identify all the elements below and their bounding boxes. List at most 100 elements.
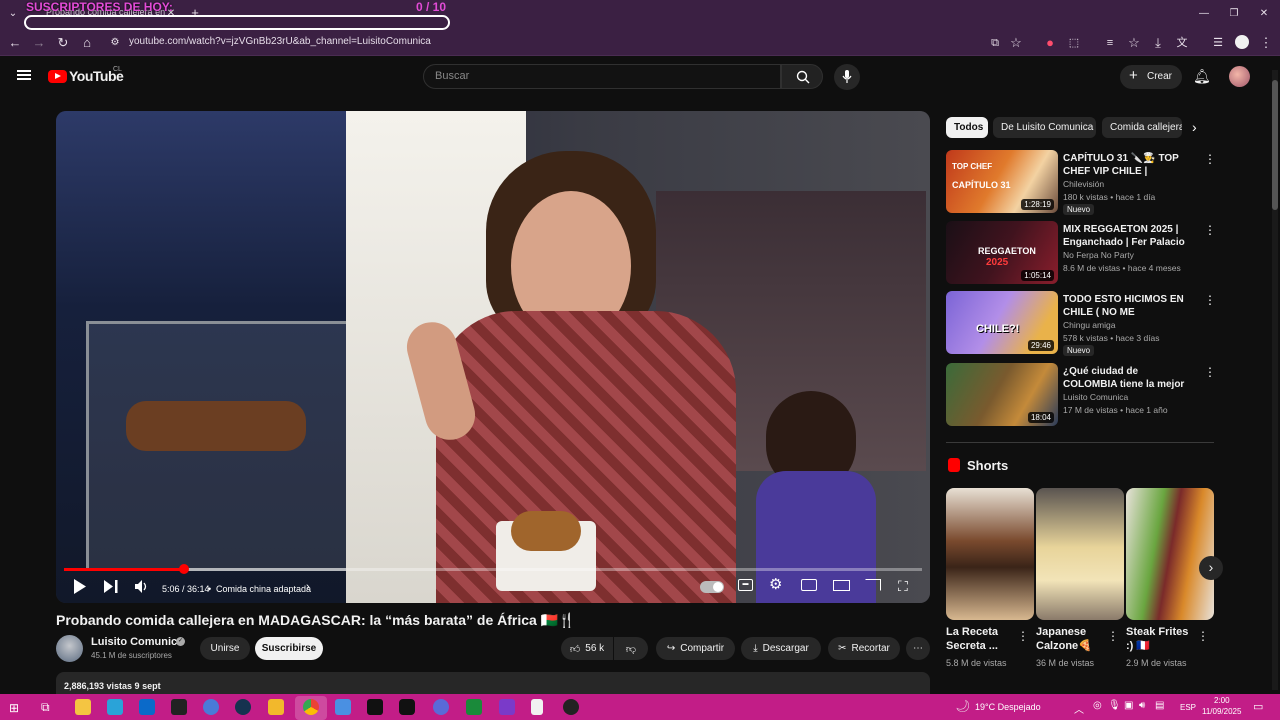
voice-search-button[interactable]: [834, 64, 860, 90]
related-thumbnail[interactable]: CHILE?! 29:46: [946, 291, 1058, 354]
subtitles-icon[interactable]: ▬: [738, 579, 753, 591]
youtube-logo-icon[interactable]: [48, 70, 67, 83]
miniplayer-icon[interactable]: [801, 579, 817, 591]
related-title[interactable]: CAPÍTULO 31 🔪👨‍🍳 TOP CHEF VIP CHILE | TE…: [1063, 152, 1193, 178]
discord-icon[interactable]: [203, 699, 219, 715]
chapter-chevron-icon[interactable]: ›: [306, 579, 310, 595]
subscribe-button[interactable]: Suscribirse: [255, 637, 323, 660]
extension-red-icon[interactable]: ●: [1042, 35, 1058, 51]
maximize-icon[interactable]: ❐: [1226, 6, 1242, 22]
network-icon[interactable]: ▤: [1155, 700, 1164, 711]
chip-from-channel[interactable]: De Luisito Comunica: [993, 117, 1096, 138]
scrollbar[interactable]: [1272, 70, 1278, 690]
short-title[interactable]: Japanese Calzone🍕: [1036, 625, 1108, 653]
translate-icon[interactable]: 文: [1174, 35, 1190, 51]
clock-time[interactable]: 2:00: [1214, 696, 1230, 705]
clock-date[interactable]: 11/09/2025: [1202, 707, 1241, 716]
visual-studio-icon[interactable]: [499, 699, 515, 715]
app-window-icon[interactable]: [335, 699, 351, 715]
cast-icon[interactable]: [865, 579, 881, 591]
more-vertical-icon[interactable]: ⋮: [1017, 629, 1029, 643]
task-view-icon[interactable]: ⧉: [41, 700, 50, 715]
related-channel[interactable]: Chingu amiga: [1063, 320, 1115, 330]
speaker-icon[interactable]: 🔊︎: [1139, 700, 1145, 711]
close-window-icon[interactable]: ✕: [1256, 6, 1272, 22]
related-channel[interactable]: Chilevisión: [1063, 179, 1104, 189]
site-info-icon[interactable]: ⚙: [107, 35, 123, 51]
more-vertical-icon[interactable]: ⋮: [1204, 293, 1216, 307]
related-video[interactable]: 18:04 ¿Qué ciudad de COLOMBIA tiene la m…: [946, 363, 1216, 427]
bookmark-star-icon[interactable]: ☆: [1008, 35, 1024, 51]
short-title[interactable]: Steak Frites :) 🇫🇷: [1126, 625, 1198, 653]
account-avatar[interactable]: [1229, 66, 1250, 87]
related-video[interactable]: REGGAETON 2025 1:05:14 MIX REGGAETON 202…: [946, 221, 1216, 285]
weather-moon-icon[interactable]: 🌙︎: [955, 699, 970, 713]
windows-start-icon[interactable]: ⊞: [9, 701, 19, 715]
shorts-next-chevron-icon[interactable]: ›: [1199, 556, 1223, 580]
search-input[interactable]: Buscar: [423, 64, 781, 89]
like-button[interactable]: 👍︎ 56 k: [561, 637, 613, 660]
more-vertical-icon[interactable]: ⋮: [1204, 152, 1216, 166]
more-vertical-icon[interactable]: ⋮: [1107, 629, 1119, 643]
related-channel[interactable]: No Ferpa No Party: [1063, 250, 1134, 260]
menu-kebab-icon[interactable]: ⋮: [1258, 35, 1274, 51]
rockstar-icon[interactable]: [268, 699, 284, 715]
back-icon[interactable]: ←: [7, 35, 23, 51]
play-icon[interactable]: [73, 579, 87, 594]
more-actions-button[interactable]: ⋯: [906, 637, 930, 660]
download-icon[interactable]: ⤓: [1150, 35, 1166, 51]
scrollbar-thumb[interactable]: [1272, 80, 1278, 210]
steam-icon[interactable]: [235, 699, 251, 715]
document-icon[interactable]: [531, 699, 543, 715]
progress-bar[interactable]: [64, 564, 922, 574]
short-thumbnail[interactable]: [1126, 488, 1214, 620]
related-video[interactable]: TOP CHEF CAPÍTULO 31 1:28:19 CAPÍTULO 31…: [946, 150, 1216, 215]
chrome-icon[interactable]: [303, 699, 319, 715]
minimize-icon[interactable]: —: [1196, 6, 1212, 22]
description-box[interactable]: 2,886,193 vistas 9 sept: [56, 672, 930, 694]
channel-name[interactable]: Luisito Comunica: [91, 636, 183, 648]
tray-app2-icon[interactable]: ▣: [1124, 700, 1133, 711]
more-vertical-icon[interactable]: ⋮: [1204, 223, 1216, 237]
notifications-bell-icon[interactable]: 🔔︎: [1193, 68, 1211, 85]
theater-mode-icon[interactable]: [833, 580, 850, 591]
url-text[interactable]: youtube.com/watch?v=jzVGnBb23rU&ab_chann…: [129, 36, 431, 47]
reload-icon[interactable]: ↻: [55, 35, 71, 51]
forward-icon[interactable]: →: [31, 35, 47, 51]
short-thumbnail[interactable]: [946, 488, 1034, 620]
chip-all[interactable]: Todos: [946, 117, 988, 138]
outlook-icon[interactable]: [139, 699, 155, 715]
obs-icon[interactable]: [433, 699, 449, 715]
short-title[interactable]: La Receta Secreta ...: [946, 625, 1018, 653]
tab-search-toolbar-icon[interactable]: ≡: [1102, 35, 1118, 51]
more-vertical-icon[interactable]: ⋮: [1204, 365, 1216, 379]
more-vertical-icon[interactable]: ⋮: [1197, 629, 1209, 643]
short-thumbnail[interactable]: [1036, 488, 1124, 620]
autoplay-toggle[interactable]: [700, 581, 724, 593]
notification-center-icon[interactable]: ▭: [1253, 700, 1263, 713]
related-title[interactable]: ¿Qué ciudad de COLOMBIA tiene la mejor c…: [1063, 365, 1193, 391]
share-button[interactable]: ↪ Compartir: [656, 637, 735, 660]
bookmarks-icon[interactable]: ☆: [1126, 35, 1142, 51]
tray-app-icon[interactable]: ◎: [1093, 700, 1102, 711]
extensions-icon[interactable]: ⬚: [1066, 35, 1082, 51]
reading-list-icon[interactable]: ☰: [1210, 35, 1226, 51]
tab-search-icon[interactable]: ⌄: [5, 6, 21, 22]
chips-next-chevron-icon[interactable]: ›: [1192, 119, 1197, 135]
tiktok-icon[interactable]: [399, 699, 415, 715]
join-button[interactable]: Unirse: [200, 637, 250, 660]
related-channel[interactable]: Luisito Comunica: [1063, 392, 1128, 402]
profile-avatar-icon[interactable]: [1235, 35, 1249, 49]
search-button[interactable]: [781, 64, 823, 89]
fullscreen-icon[interactable]: ⛶: [898, 578, 908, 594]
microphone-tray-icon[interactable]: 🎙︎: [1108, 700, 1121, 711]
install-app-icon[interactable]: ⧉: [987, 35, 1003, 51]
related-thumbnail[interactable]: TOP CHEF CAPÍTULO 31 1:28:19: [946, 150, 1058, 213]
clip-button[interactable]: ✂ Recortar: [828, 637, 900, 660]
channel-avatar[interactable]: [56, 635, 83, 662]
hamburger-menu-icon[interactable]: [17, 70, 31, 72]
weather-text[interactable]: 19°C Despejado: [975, 702, 1041, 712]
related-title[interactable]: TODO ESTO HICIMOS EN CHILE ( NO ME ENTEN…: [1063, 293, 1193, 319]
dislike-button[interactable]: 👎︎: [614, 637, 648, 660]
create-button[interactable]: + Crear: [1120, 65, 1182, 89]
